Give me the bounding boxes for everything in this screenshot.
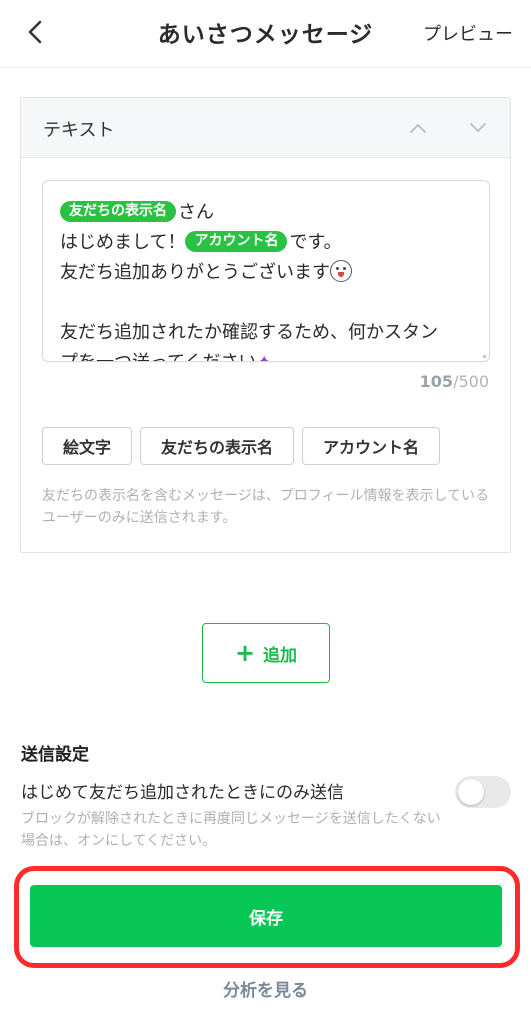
message-text: さん — [178, 202, 214, 223]
header: あいさつメッセージ プレビュー — [0, 0, 531, 68]
card-header-label: テキスト — [43, 120, 115, 141]
move-up-button[interactable] — [406, 116, 430, 140]
account-name-chip-button[interactable]: アカウント名 — [302, 427, 441, 465]
counter-max: /500 — [453, 372, 489, 391]
resize-handle-icon[interactable] — [483, 355, 486, 358]
message-content: 友だちの表示名 さん はじめまして！ アカウント名 です。 友だち追加ありがとうござい… — [43, 181, 489, 361]
message-text: 友だち追加ありがとうございます — [60, 262, 330, 283]
first-add-only-toggle[interactable] — [455, 776, 511, 808]
message-line-6: プを一つ送ってください✦ — [60, 348, 473, 361]
friend-name-note: 友だちの表示名を含むメッセージは、プロフィール情報を表示しているユーザーのみに送… — [42, 488, 490, 526]
add-button[interactable]: + 追加 — [202, 623, 330, 683]
toggle-knob — [458, 779, 484, 805]
emoji-chip-button[interactable]: 絵文字 — [42, 427, 133, 465]
message-line-2: はじめまして！ アカウント名 です。 — [60, 228, 473, 258]
move-down-button[interactable] — [466, 116, 490, 140]
send-settings-title: 送信設定 — [21, 745, 89, 765]
friend-name-tag[interactable]: 友だちの表示名 — [60, 201, 176, 222]
message-text: です。 — [289, 232, 342, 253]
chevron-up-icon — [410, 124, 426, 133]
text-message-card: テキスト 友だちの表示名 さん はじめまして！ アカウント名 です。 友だち追加ありが… — [20, 97, 511, 553]
message-line-1: 友だちの表示名 さん — [60, 198, 473, 228]
message-text: はじめまして！ — [60, 232, 186, 253]
message-textarea[interactable]: 友だちの表示名 さん はじめまして！ アカウント名 です。 友だち追加ありがとうござい… — [42, 180, 490, 362]
counter-current: 105 — [419, 372, 454, 391]
friend-name-chip-button[interactable]: 友だちの表示名 — [140, 427, 295, 465]
first-add-only-label: はじめて友だち追加されたときにのみ送信 — [21, 783, 344, 803]
message-line-4 — [60, 288, 473, 318]
message-line-5: 友だち追加されたか確認するため、何かスタン — [60, 322, 438, 343]
party-star-emoji-icon: ✦ — [257, 348, 272, 361]
plus-icon: + — [234, 639, 256, 667]
message-text: プを一つ送ってください — [60, 352, 257, 361]
ghost-emoji-icon — [330, 260, 352, 282]
insert-chip-row: 絵文字 友だちの表示名 アカウント名 — [42, 427, 441, 465]
view-analytics-link[interactable]: 分析を見る — [0, 976, 531, 1001]
preview-link[interactable]: プレビュー — [423, 20, 513, 46]
send-settings-help: ブロックが解除されたときに再度同じメッセージを送信したくない場合は、オンにしてく… — [21, 811, 441, 849]
add-button-label: 追加 — [263, 645, 298, 666]
character-counter: 105/500 — [420, 372, 489, 391]
account-name-tag[interactable]: アカウント名 — [185, 231, 288, 252]
chevron-down-icon — [470, 123, 486, 132]
card-header: テキスト — [21, 98, 510, 158]
message-line-3: 友だち追加ありがとうございます — [60, 258, 473, 288]
save-button[interactable]: 保存 — [30, 885, 502, 947]
